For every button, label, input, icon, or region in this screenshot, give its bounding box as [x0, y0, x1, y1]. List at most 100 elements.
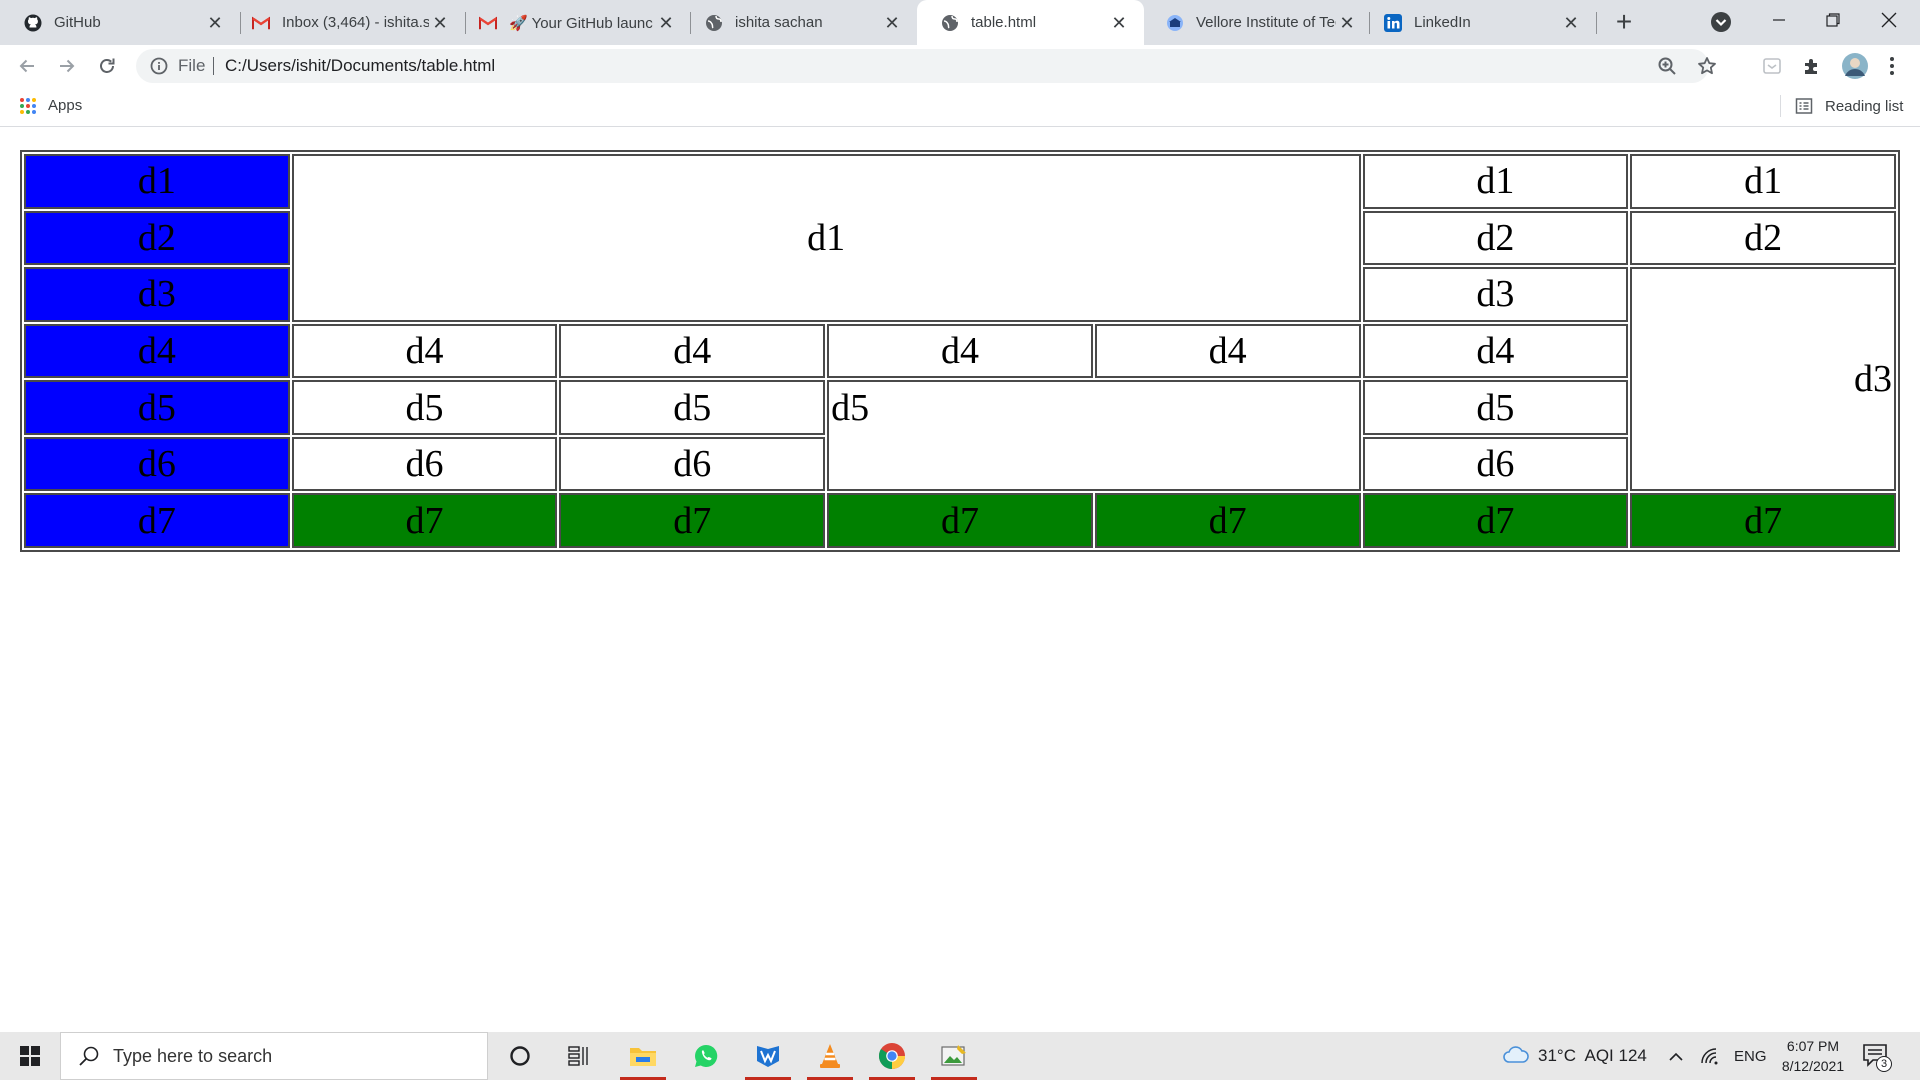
table-cell: d4 [559, 323, 826, 379]
globe-icon [705, 14, 723, 32]
start-button[interactable] [0, 1032, 60, 1080]
tab-search-icon[interactable] [1709, 10, 1733, 34]
tab-ishita-sachan[interactable]: ishita sachan ✕ [681, 0, 917, 45]
weather-text: 31°C AQI 124 [1538, 1046, 1647, 1065]
table-cell: d6 [24, 436, 290, 492]
globe-icon [941, 14, 959, 32]
close-icon[interactable]: ✕ [655, 12, 677, 34]
tab-gmail-launch[interactable]: 🚀 Your GitHub launc ✕ [455, 0, 691, 45]
tab-vellore[interactable]: Vellore Institute of Tec ✕ [1142, 0, 1372, 45]
table-cell: d5 [24, 380, 290, 435]
table-cell: d7 [1094, 493, 1361, 548]
table-cell: d2 [1630, 210, 1896, 266]
menu-icon[interactable] [1880, 54, 1904, 78]
star-icon[interactable] [1696, 55, 1718, 77]
table-row: d7 d7 d7 d7 d7 d7 d7 [24, 493, 1896, 548]
close-icon[interactable]: ✕ [1560, 12, 1582, 34]
image-editor-icon[interactable] [928, 1032, 980, 1080]
notification-count: 3 [1876, 1056, 1892, 1072]
table-cell: d5 [1362, 380, 1629, 435]
table-cell-merged: d3 [1630, 267, 1896, 492]
minimize-button[interactable] [1756, 0, 1802, 40]
table-cell: d4 [291, 323, 558, 379]
tab-gmail-inbox[interactable]: Inbox (3,464) - ishita.s ✕ [228, 0, 465, 45]
vlc-icon[interactable] [804, 1032, 856, 1080]
system-clock[interactable]: 6:07 PM 8/12/2021 [1770, 1036, 1856, 1076]
apps-grid-icon [20, 97, 36, 114]
table-cell: d2 [24, 210, 290, 266]
task-view-icon[interactable] [554, 1032, 606, 1080]
address-bar[interactable]: File C:/Users/ishit/Documents/table.html [136, 49, 1716, 83]
table-cell: d6 [1362, 436, 1629, 492]
reading-list-icon [1795, 97, 1813, 115]
table-cell: d6 [291, 436, 558, 492]
cortana-icon[interactable] [494, 1032, 546, 1080]
table-cell: d5 [559, 380, 826, 435]
taskbar-search-box[interactable]: Type here to search [60, 1032, 488, 1080]
reading-list-label: Reading list [1825, 97, 1904, 115]
table-cell: d1 [1630, 154, 1896, 209]
data-table: d1 d1 d1 d1 d2 d2 d2 d3 d3 d3 d4 d4 d4 d… [20, 150, 1900, 552]
zoom-icon[interactable] [1656, 55, 1678, 77]
vit-icon [1166, 14, 1184, 32]
table-cell: d5 [291, 380, 558, 435]
weather-widget[interactable]: 31°C AQI 124 [1502, 1032, 1647, 1080]
close-icon[interactable]: ✕ [1108, 12, 1130, 34]
table-cell: d1 [1362, 154, 1629, 209]
table-row: d4 d4 d4 d4 d4 d4 [24, 323, 1896, 379]
wifi-icon[interactable] [1700, 1032, 1720, 1080]
table-row: d1 d1 d1 d1 [24, 154, 1896, 322]
table-cell: d3 [24, 267, 290, 322]
tab-title: GitHub [54, 14, 101, 31]
tab-title: Inbox (3,464) - ishita.s [282, 14, 429, 31]
file-explorer-icon[interactable] [617, 1032, 669, 1080]
table-cell-merged: d1 [291, 154, 1361, 322]
search-icon [77, 1044, 101, 1068]
scheme-divider [213, 57, 214, 75]
table-cell: d7 [827, 493, 1093, 548]
reading-list-button[interactable]: Reading list [1795, 97, 1903, 115]
clock-date: 8/12/2021 [1781, 1058, 1845, 1074]
reload-button[interactable] [92, 51, 122, 81]
tab-table-html[interactable]: table.html ✕ [917, 0, 1144, 45]
table-cell: d1 [24, 154, 290, 209]
gmail-icon [479, 14, 497, 32]
tray-overflow-icon[interactable] [1668, 1032, 1684, 1080]
table-cell: d7 [24, 493, 290, 548]
close-icon[interactable]: ✕ [429, 12, 451, 34]
info-icon[interactable] [150, 57, 168, 75]
bookmarks-divider [1780, 95, 1781, 117]
tab-title: ishita sachan [735, 14, 823, 31]
close-window-button[interactable] [1866, 0, 1912, 40]
new-tab-button[interactable]: + [1609, 8, 1639, 38]
extension-icon[interactable] [1760, 54, 1784, 78]
chrome-icon[interactable] [866, 1032, 918, 1080]
whatsapp-icon[interactable] [680, 1032, 732, 1080]
puzzle-icon[interactable] [1800, 54, 1824, 78]
tab-github[interactable]: GitHub ✕ [0, 0, 240, 45]
back-button[interactable] [12, 51, 42, 81]
restore-button[interactable] [1810, 0, 1856, 40]
table-cell: d4 [24, 323, 290, 379]
table-cell: d7 [291, 493, 558, 548]
notification-center-icon[interactable]: 3 [1862, 1042, 1892, 1072]
apps-shortcut[interactable]: Apps [20, 97, 82, 114]
language-indicator[interactable]: ENG [1734, 1032, 1767, 1080]
close-icon[interactable]: ✕ [1336, 12, 1358, 34]
forward-button[interactable] [52, 51, 82, 81]
search-placeholder: Type here to search [113, 1045, 273, 1066]
github-icon [24, 14, 42, 32]
table-cell: d7 [1362, 493, 1629, 548]
windows-icon [20, 1046, 40, 1066]
scheme-label: File [178, 56, 206, 75]
avatar[interactable] [1840, 51, 1870, 81]
table-cell: d6 [559, 436, 826, 492]
close-icon[interactable]: ✕ [881, 12, 903, 34]
tab-linkedin[interactable]: LinkedIn ✕ [1360, 0, 1596, 45]
table-cell-merged: d5 [827, 380, 1361, 492]
close-icon[interactable]: ✕ [204, 12, 226, 34]
tab-strip: GitHub ✕ Inbox (3,464) - ishita.s ✕ 🚀 Yo… [0, 0, 1920, 45]
url-text[interactable]: C:/Users/ishit/Documents/table.html [225, 56, 495, 76]
language-label: ENG [1734, 1047, 1767, 1065]
vscode-icon[interactable] [742, 1032, 794, 1080]
